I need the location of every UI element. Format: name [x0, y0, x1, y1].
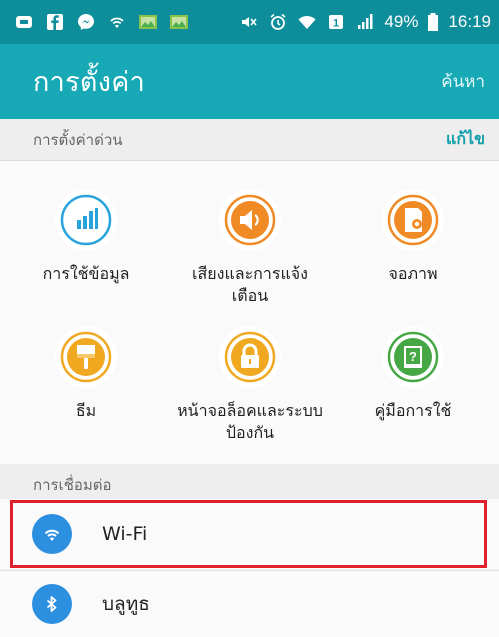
quick-tile-label: เสียงและการแจ้งเตือน [192, 264, 308, 305]
quick-tile-display[interactable]: จอภาพ [333, 189, 493, 285]
quick-tile-user-manual[interactable]: ? คู่มือการใช้ [333, 326, 493, 422]
list-item-bluetooth[interactable]: บลูทูธ [0, 571, 499, 637]
wifi-icon [32, 514, 72, 554]
list-item-label: บลูทูธ [102, 593, 150, 615]
quick-tile-label: คู่มือการใช้ [374, 401, 452, 420]
quick-tile-theme[interactable]: ธีม [6, 326, 166, 422]
app-bar: การตั้งค่า ค้นหา [0, 44, 499, 119]
wifi-icon [297, 12, 317, 32]
help-book-icon: ? [382, 326, 444, 388]
status-system: 1 49% 16:19 [239, 12, 491, 32]
display-icon [382, 189, 444, 251]
battery-icon [427, 12, 439, 32]
page-title: การตั้งค่า [33, 67, 146, 98]
connections-title: การเชื่อมต่อ [33, 475, 112, 494]
bluetooth-icon [32, 584, 72, 624]
image-icon [169, 12, 189, 32]
dropbox-icon [14, 12, 34, 32]
sound-icon [219, 189, 281, 251]
facebook-icon [45, 12, 65, 32]
status-bar: 1 49% 16:19 [0, 0, 499, 44]
alarm-icon [268, 12, 288, 32]
signal-icon [355, 12, 375, 32]
quick-tile-label: การใช้ข้อมูล [42, 264, 130, 283]
quick-tile-data-usage[interactable]: การใช้ข้อมูล [6, 189, 166, 285]
quick-tile-label: จอภาพ [388, 264, 438, 283]
svg-text:1: 1 [333, 18, 339, 30]
data-icon: 1 [326, 12, 346, 32]
clock: 16:19 [448, 12, 491, 31]
mute-icon [239, 12, 259, 32]
list-item-label: Wi-Fi [102, 523, 148, 545]
image-icon [138, 12, 158, 32]
list-item-wifi[interactable]: Wi-Fi [0, 499, 499, 569]
status-notifications [14, 12, 189, 32]
data-usage-icon [55, 189, 117, 251]
battery-percent: 49% [384, 12, 419, 31]
quick-tile-label: หน้าจอล็อคและระบบป้องกัน [177, 401, 323, 442]
lock-icon [219, 326, 281, 388]
quick-tile-label: ธีม [75, 401, 97, 420]
theme-brush-icon [55, 326, 117, 388]
search-button[interactable]: ค้นหา [441, 68, 485, 95]
quick-tile-sound[interactable]: เสียงและการแจ้งเตือน [170, 189, 330, 307]
quick-settings-title: การตั้งค่าด่วน [33, 130, 123, 149]
edit-button[interactable]: แก้ไข [446, 127, 485, 152]
quick-tile-lockscreen[interactable]: หน้าจอล็อคและระบบป้องกัน [170, 326, 330, 444]
svg-text:?: ? [409, 349, 417, 364]
quick-settings-header: การตั้งค่าด่วน แก้ไข [0, 119, 499, 161]
wifi-icon [107, 12, 127, 32]
quick-settings-grid: การใช้ข้อมูล เสียงและการแจ้งเตือน จอภาพ … [0, 161, 499, 464]
messenger-icon [76, 12, 96, 32]
